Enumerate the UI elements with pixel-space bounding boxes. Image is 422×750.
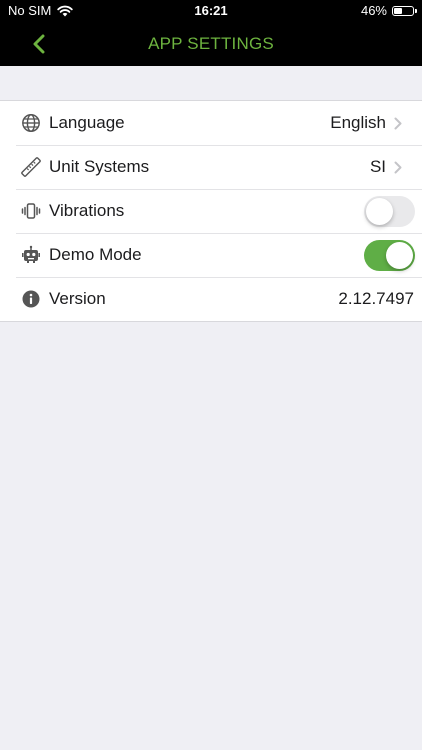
ruler-icon [20, 156, 42, 178]
chevron-right-icon [394, 117, 402, 130]
header: No SIM 16:21 46% APP SETTINGS [0, 0, 422, 66]
vibrations-label: Vibrations [49, 201, 125, 220]
app-settings-screen: No SIM 16:21 46% APP SETTINGS Language E… [0, 0, 422, 750]
robot-icon [20, 244, 42, 266]
language-value: English [330, 113, 386, 132]
language-label: Language [49, 113, 125, 132]
battery-fill [394, 7, 403, 14]
version-row: Version 2.12.7497 [0, 277, 422, 321]
vibrations-row: Vibrations [0, 189, 422, 233]
vibration-icon [20, 200, 42, 222]
nav-bar: APP SETTINGS [0, 22, 422, 66]
chevron-right-icon [394, 161, 402, 174]
battery-percent: 46% [360, 3, 387, 18]
unit-systems-value: SI [369, 157, 386, 176]
settings-list: Language English Unit Systems SI Vibrati… [0, 100, 422, 322]
demo-mode-row: Demo Mode [0, 233, 422, 277]
status-bar: No SIM 16:21 46% [0, 0, 422, 22]
battery-icon [392, 5, 417, 16]
unit-systems-label: Unit Systems [49, 157, 150, 176]
unit-systems-row[interactable]: Unit Systems SI [0, 145, 422, 189]
demo-mode-label: Demo Mode [49, 245, 142, 264]
page-title: APP SETTINGS [148, 34, 274, 53]
status-right: 46% [360, 3, 417, 18]
globe-icon [20, 112, 42, 134]
toggle-knob [386, 241, 413, 269]
language-row[interactable]: Language English [0, 101, 422, 145]
version-label: Version [49, 289, 106, 308]
toggle-knob [366, 197, 393, 225]
vibrations-toggle[interactable] [364, 195, 415, 227]
status-time: 16:21 [194, 3, 228, 18]
version-value: 2.12.7497 [338, 289, 414, 308]
info-icon [20, 288, 42, 310]
demo-mode-toggle[interactable] [364, 239, 415, 271]
